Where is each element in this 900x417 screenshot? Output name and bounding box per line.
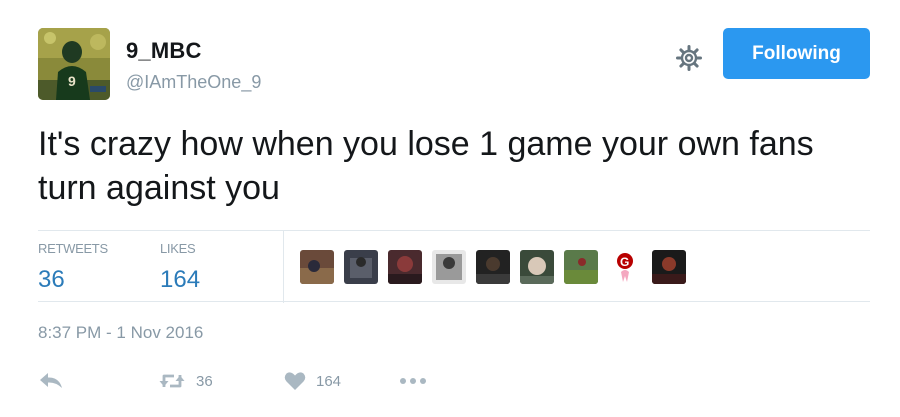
heart-icon	[284, 372, 306, 390]
stats-divider	[283, 231, 284, 303]
svg-text:9: 9	[68, 73, 76, 89]
svg-text:G: G	[620, 255, 629, 269]
liker-avatar[interactable]	[344, 250, 378, 284]
tweet-actions: 36 164	[38, 366, 538, 396]
likes-count[interactable]: 164	[160, 266, 200, 294]
liker-avatar[interactable]	[388, 250, 422, 284]
liker-avatar[interactable]	[564, 250, 598, 284]
reply-button[interactable]	[38, 366, 64, 396]
likes-label: LIKES	[160, 241, 196, 256]
retweets-label: RETWEETS	[38, 241, 108, 256]
display-name[interactable]: 9_MBC	[126, 38, 202, 64]
like-button[interactable]: 164	[284, 366, 341, 396]
tweet-timestamp[interactable]: 8:37 PM - 1 Nov 2016	[38, 323, 203, 343]
liker-avatar[interactable]	[520, 250, 554, 284]
liker-avatar[interactable]	[300, 250, 334, 284]
like-count: 164	[316, 372, 342, 390]
retweet-count: 36	[196, 372, 213, 390]
gear-icon[interactable]	[674, 43, 704, 73]
tweet-stats: RETWEETS 36 LIKES 164 G	[38, 230, 870, 303]
retweet-icon	[159, 374, 185, 388]
reply-icon	[40, 373, 62, 388]
retweet-button[interactable]: 36	[158, 366, 213, 396]
more-button[interactable]	[398, 366, 428, 396]
retweets-count[interactable]: 36	[38, 266, 108, 294]
tweet-text: It's crazy how when you lose 1 game your…	[38, 125, 814, 207]
following-button[interactable]: Following	[723, 28, 870, 79]
liker-avatar[interactable]	[652, 250, 686, 284]
user-handle[interactable]: @IAmTheOne_9	[126, 72, 261, 93]
liker-avatar[interactable]	[432, 250, 466, 284]
tweet-header: 9 9_MBC @IAmTheOne_9 Following	[38, 28, 870, 100]
user-avatar[interactable]: 9	[38, 28, 110, 100]
liker-avatar[interactable]	[476, 250, 510, 284]
likes-stat[interactable]: LIKES 164	[160, 241, 200, 294]
more-dots-icon	[400, 378, 426, 384]
avatar-photo-icon: 9	[38, 28, 110, 100]
retweets-stat[interactable]: RETWEETS 36	[38, 241, 108, 294]
liker-avatar[interactable]: G	[608, 250, 642, 284]
